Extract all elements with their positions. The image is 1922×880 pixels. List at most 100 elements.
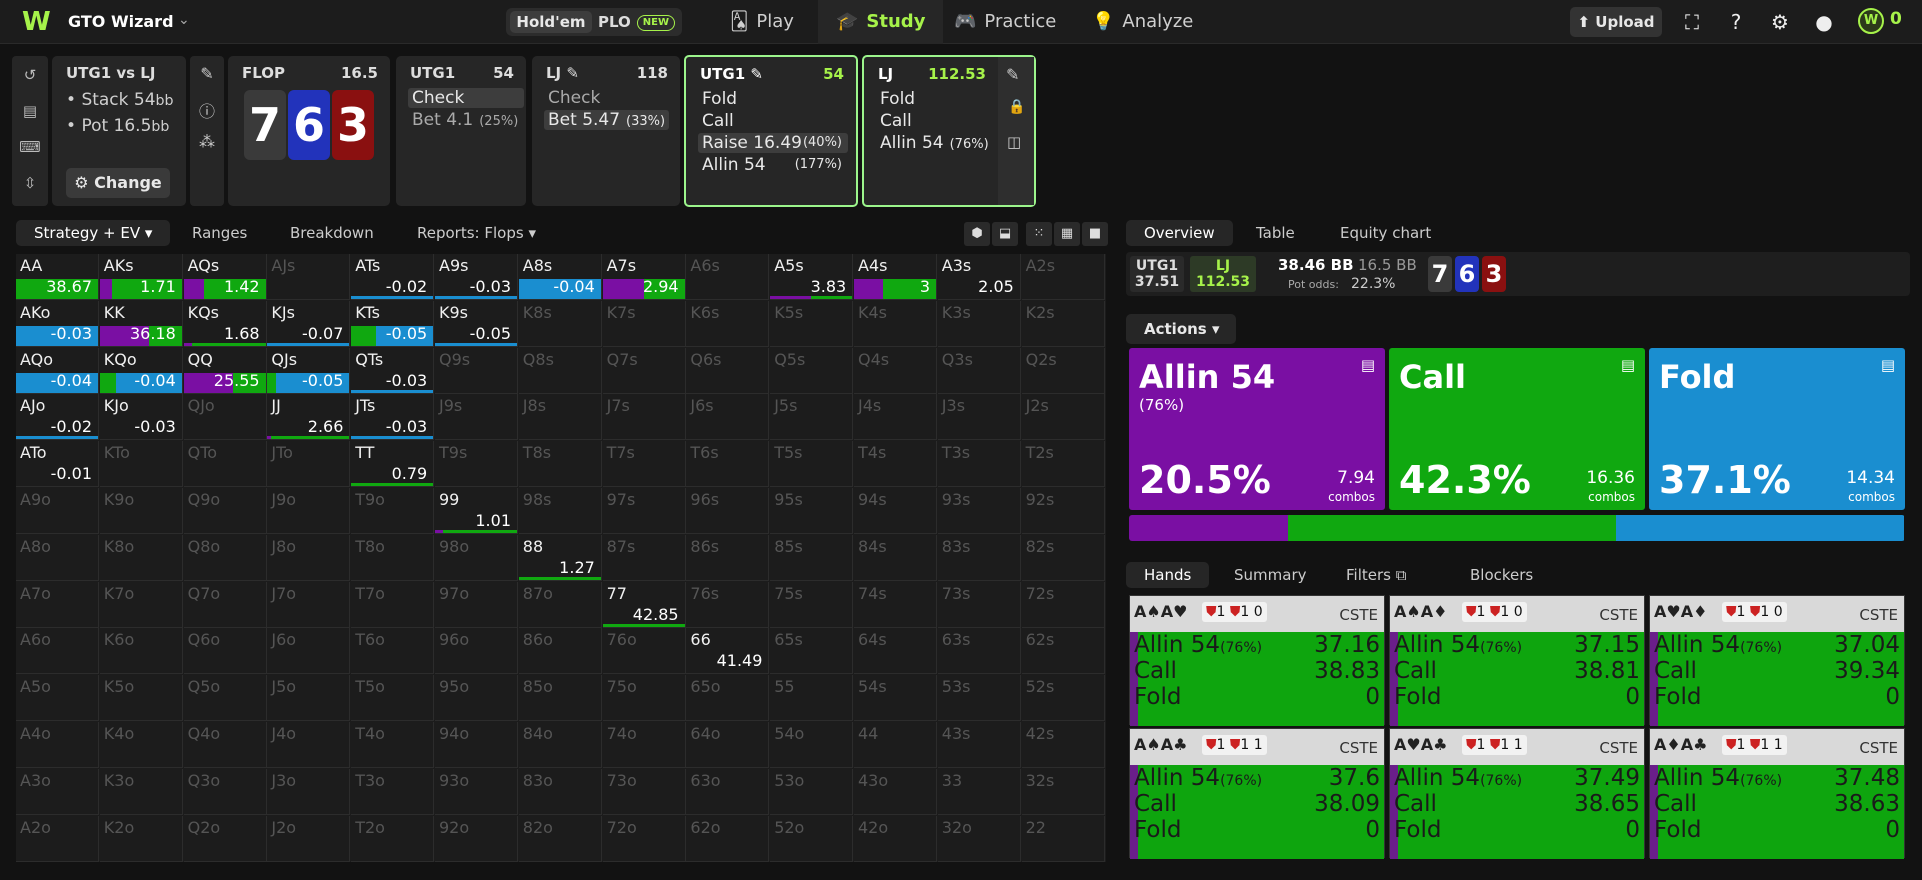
- pencil-icon[interactable]: ✎: [1006, 65, 1019, 84]
- tab-equity-chart[interactable]: Equity chart: [1340, 224, 1431, 242]
- flop-card[interactable]: FLOP 16.5 7 6 3: [228, 56, 390, 206]
- hand-cell-66[interactable]: 66 41.49: [686, 628, 770, 675]
- hand-cell-62o[interactable]: 62o: [686, 815, 770, 862]
- hand-cell-33[interactable]: 33: [937, 768, 1021, 815]
- action-box-allin[interactable]: Allin 54 (76%) 20.5% 7.94 combos ▤: [1129, 348, 1385, 510]
- hand-cell-K6s[interactable]: K6s: [686, 300, 770, 347]
- hand-cell-A4s[interactable]: A4s 3: [854, 254, 937, 300]
- cube-view-icon[interactable]: ⬢: [964, 222, 990, 246]
- hand-cell-Q5s[interactable]: Q5s: [770, 347, 854, 394]
- hand-cell-62s[interactable]: 62s: [1021, 628, 1105, 675]
- hand-cell-K5o[interactable]: K5o: [99, 675, 183, 722]
- hand-cell-A3s[interactable]: A3s 2.05: [937, 254, 1021, 300]
- help-icon[interactable]: ?: [1724, 10, 1748, 34]
- action-fold[interactable]: Fold: [698, 89, 741, 109]
- hand-cell-J3s[interactable]: J3s: [937, 394, 1021, 441]
- hand-cell-65o[interactable]: 65o: [686, 675, 770, 722]
- single-view-icon[interactable]: ■: [1082, 222, 1108, 246]
- cluster-icon[interactable]: ⁂: [196, 132, 218, 154]
- hand-cell-KJo[interactable]: KJo -0.03: [99, 394, 183, 441]
- credits-badge[interactable]: W0: [1858, 8, 1902, 34]
- info-icon[interactable]: ⓘ: [196, 98, 218, 121]
- hand-cell-K6o[interactable]: K6o: [99, 628, 183, 675]
- hand-cell-Q7o[interactable]: Q7o: [183, 581, 267, 628]
- hand-cell-99[interactable]: 99 1.01: [435, 488, 518, 534]
- hand-cell-K4s[interactable]: K4s: [854, 300, 937, 347]
- hand-cell-KJs[interactable]: KJs -0.07: [267, 300, 351, 347]
- hand-cell-JTo[interactable]: JTo: [267, 441, 351, 488]
- hand-cell-A9s[interactable]: A9s -0.03: [435, 254, 518, 300]
- hand-cell-22[interactable]: 22: [1021, 815, 1105, 862]
- hand-cell-J6s[interactable]: J6s: [686, 394, 770, 441]
- hand-cell-88[interactable]: 88 1.27: [518, 534, 602, 581]
- hand-cell-A5o[interactable]: A5o: [16, 675, 99, 722]
- change-button[interactable]: ⚙ Change: [66, 168, 170, 198]
- tab-filters[interactable]: Filters ⧉: [1346, 566, 1406, 584]
- hand-cell-J4s[interactable]: J4s: [854, 394, 937, 441]
- hand-cell-Q3o[interactable]: Q3o: [183, 768, 267, 815]
- hand-cell-A4o[interactable]: A4o: [16, 722, 99, 768]
- holdem-toggle[interactable]: Hold'em: [510, 11, 592, 33]
- hand-cell-98s[interactable]: 98s: [518, 488, 602, 534]
- hand-cell-Q2s[interactable]: Q2s: [1021, 347, 1105, 394]
- hand-cell-A9o[interactable]: A9o: [16, 488, 99, 534]
- gto-wizard-logo-icon[interactable]: W: [22, 8, 56, 36]
- hand-cell-JJ[interactable]: JJ 2.66: [267, 394, 351, 441]
- hand-cell-T4o[interactable]: T4o: [351, 722, 435, 768]
- hand-cell-92s[interactable]: 92s: [1021, 488, 1105, 534]
- hand-cell-J7o[interactable]: J7o: [267, 581, 351, 628]
- hand-cell-64o[interactable]: 64o: [686, 722, 770, 768]
- hand-cell-Q8o[interactable]: Q8o: [183, 534, 267, 581]
- hand-cell-K2o[interactable]: K2o: [99, 815, 183, 862]
- hand-cell-32o[interactable]: 32o: [937, 815, 1021, 862]
- hand-cell-73s[interactable]: 73s: [937, 581, 1021, 628]
- node-utg1-first[interactable]: UTG1 54 Check Bet 4.1 (25%): [396, 56, 526, 206]
- hand-cell-A2o[interactable]: A2o: [16, 815, 99, 862]
- gamepad-icon[interactable]: ⌨: [19, 136, 41, 158]
- details-icon[interactable]: ▤: [1881, 356, 1895, 374]
- hand-cell-K9s[interactable]: K9s -0.05: [435, 300, 518, 347]
- hand-card[interactable]: A♠A♣ ⛊1 ⛊1 1 CSTE Allin 54(76%) 37.6 Call 38.0…: [1129, 728, 1385, 859]
- hand-cell-Q6s[interactable]: Q6s: [686, 347, 770, 394]
- hand-cell-AKo[interactable]: AKo -0.03: [16, 300, 99, 347]
- split-view-icon[interactable]: ⬓: [992, 222, 1018, 246]
- hand-cell-K2s[interactable]: K2s: [1021, 300, 1105, 347]
- action-allin[interactable]: Allin 54 (177%): [698, 155, 848, 175]
- save-icon[interactable]: ▤: [19, 100, 41, 122]
- hand-cell-K8o[interactable]: K8o: [99, 534, 183, 581]
- hand-cell-97o[interactable]: 97o: [435, 581, 518, 628]
- hand-cell-J2s[interactable]: J2s: [1021, 394, 1105, 441]
- hand-cell-63s[interactable]: 63s: [937, 628, 1021, 675]
- action-bet[interactable]: Bet 5.47 (33%): [544, 110, 670, 130]
- hand-cell-93o[interactable]: 93o: [435, 768, 518, 815]
- hand-card[interactable]: A♥A♣ ⛊1 ⛊1 1 CSTE Allin 54(76%) 37.49 Call 38.…: [1389, 728, 1645, 859]
- hand-cell-A8o[interactable]: A8o: [16, 534, 99, 581]
- hand-cell-JTs[interactable]: JTs -0.03: [351, 394, 435, 441]
- hand-cell-T4s[interactable]: T4s: [854, 441, 937, 488]
- scan-icon[interactable]: ⛶: [1680, 10, 1704, 34]
- hand-cell-Q9s[interactable]: Q9s: [435, 347, 518, 394]
- hand-cell-K3s[interactable]: K3s: [937, 300, 1021, 347]
- hand-cell-77[interactable]: 77 42.85: [602, 581, 686, 628]
- hand-cell-AQo[interactable]: AQo -0.04: [16, 347, 99, 394]
- hand-cell-Q8s[interactable]: Q8s: [518, 347, 602, 394]
- hand-cell-T3s[interactable]: T3s: [937, 441, 1021, 488]
- hand-cell-82o[interactable]: 82o: [518, 815, 602, 862]
- hand-cell-J9o[interactable]: J9o: [267, 488, 351, 534]
- grid-view-icon[interactable]: ▦: [1054, 222, 1080, 246]
- hand-cell-43s[interactable]: 43s: [937, 722, 1021, 768]
- hand-cell-A5s[interactable]: A5s 3.83: [770, 254, 854, 300]
- action-check[interactable]: Check: [544, 88, 604, 108]
- hand-cell-Q9o[interactable]: Q9o: [183, 488, 267, 534]
- hand-cell-T8o[interactable]: T8o: [351, 534, 435, 581]
- node-lj-second[interactable]: LJ 112.53 Fold Call Allin 54 (76%) ✎ 🔒 ◫: [862, 55, 1036, 207]
- hand-cell-QJs[interactable]: QJs -0.05: [267, 347, 351, 394]
- hand-cell-55[interactable]: 55: [770, 675, 854, 722]
- action-fold[interactable]: Fold: [876, 89, 919, 109]
- hand-cell-AJo[interactable]: AJo -0.02: [16, 394, 99, 441]
- hand-cell-J3o[interactable]: J3o: [267, 768, 351, 815]
- hand-cell-87s[interactable]: 87s: [602, 534, 686, 581]
- hand-cell-K7o[interactable]: K7o: [99, 581, 183, 628]
- action-box-fold[interactable]: Fold 37.1% 14.34 combos ▤: [1649, 348, 1905, 510]
- hand-cell-Q4o[interactable]: Q4o: [183, 722, 267, 768]
